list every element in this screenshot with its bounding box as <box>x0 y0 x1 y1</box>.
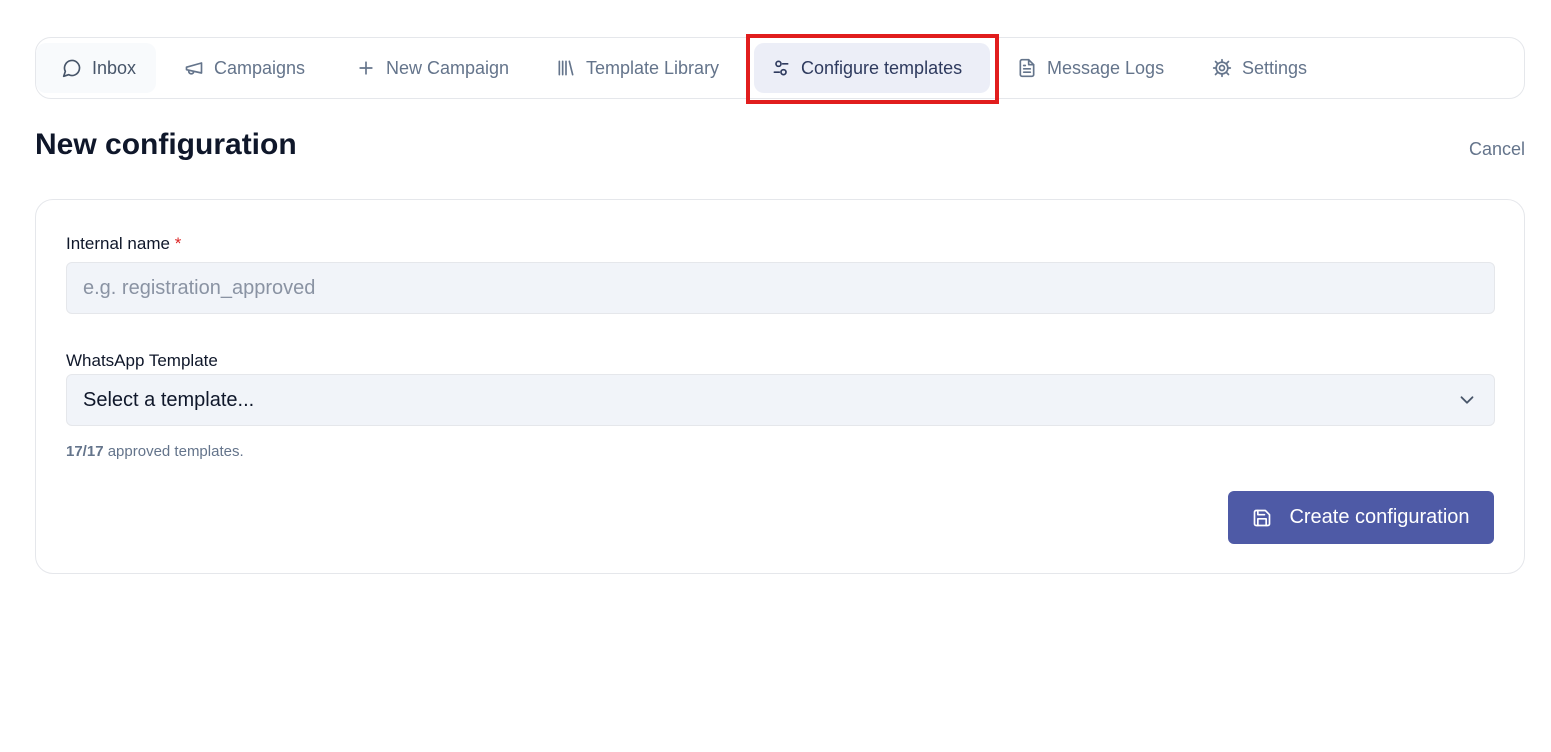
internal-name-label-text: Internal name <box>66 234 170 253</box>
internal-name-field[interactable] <box>66 262 1495 314</box>
megaphone-icon <box>183 57 205 79</box>
top-nav: Inbox Campaigns New Campaign Template Li… <box>35 37 1525 99</box>
nav-item-label: Inbox <box>92 57 137 78</box>
page-title: New configuration <box>35 128 297 161</box>
nav-item-label: Configure templates <box>801 57 963 78</box>
internal-name-label: Internal name * <box>66 234 181 254</box>
nav-item-template-library[interactable]: Template Library <box>530 43 739 93</box>
select-value: Select a template... <box>83 388 255 411</box>
nav-item-configure-templates[interactable]: Configure templates <box>754 43 990 93</box>
create-configuration-button[interactable]: Create configuration <box>1228 491 1494 544</box>
nav-item-new-campaign[interactable]: New Campaign <box>330 43 529 93</box>
sliders-icon <box>770 57 792 79</box>
plus-icon <box>355 57 377 79</box>
whatsapp-template-select[interactable]: Select a template... <box>66 374 1495 426</box>
create-configuration-label: Create configuration <box>1289 506 1470 528</box>
approved-count: 17/17 <box>66 443 104 460</box>
chevron-down-icon <box>1456 389 1478 411</box>
page: Inbox Campaigns New Campaign Template Li… <box>0 0 1551 752</box>
whatsapp-template-label: WhatsApp Template <box>66 351 218 370</box>
required-marker: * <box>174 234 182 253</box>
nav-item-settings[interactable]: Settings <box>1186 43 1327 93</box>
gear-icon <box>1211 57 1233 79</box>
nav-item-label: Campaigns <box>214 57 306 78</box>
configuration-form-card: Internal name * WhatsApp Template Select… <box>35 199 1525 574</box>
nav-item-label: Settings <box>1242 57 1308 78</box>
document-icon <box>1016 57 1038 79</box>
approved-templates-hint: 17/17 approved templates. <box>66 443 244 460</box>
save-icon <box>1254 509 1271 526</box>
nav-item-label: Template Library <box>586 57 720 78</box>
nav-item-label: New Campaign <box>386 57 510 78</box>
nav-item-message-logs[interactable]: Message Logs <box>991 43 1184 93</box>
internal-name-input[interactable] <box>83 276 1478 300</box>
approved-hint-text: approved templates. <box>103 443 244 460</box>
nav-item-label: Message Logs <box>1047 57 1165 78</box>
cancel-link[interactable]: Cancel <box>1469 139 1525 160</box>
nav-item-campaigns[interactable]: Campaigns <box>158 43 325 93</box>
nav-item-inbox[interactable]: Inbox <box>36 43 157 93</box>
library-icon <box>555 57 577 79</box>
chat-bubble-icon <box>61 57 83 79</box>
